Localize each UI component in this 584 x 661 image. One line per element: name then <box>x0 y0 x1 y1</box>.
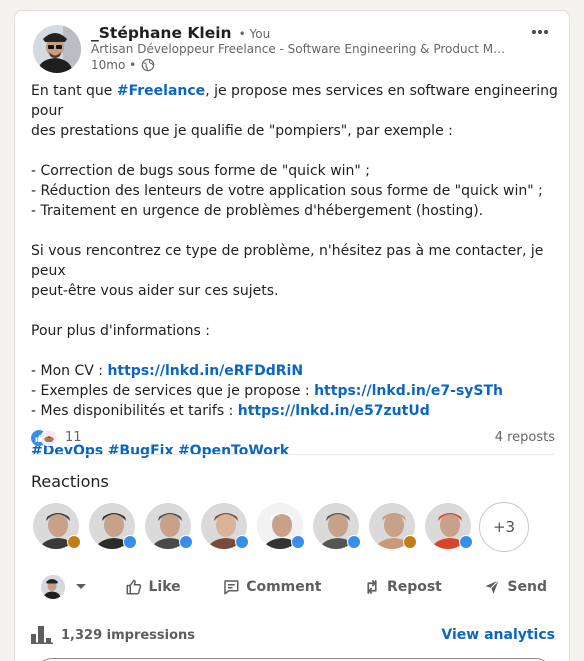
post-line: Pour plus d'informations : <box>31 321 561 341</box>
send-button[interactable]: Send <box>475 572 555 602</box>
repost-button[interactable]: Repost <box>355 572 450 602</box>
support-icon <box>40 429 58 446</box>
ellipsis-icon <box>532 30 548 34</box>
reactor-avatar[interactable] <box>367 501 419 553</box>
like-button[interactable]: Like <box>117 572 189 602</box>
post-line <box>31 221 561 241</box>
send-icon <box>485 579 500 594</box>
more-options-button[interactable] <box>525 21 555 43</box>
bar-chart-icon <box>31 626 53 644</box>
post-text-segment: - Correction de bugs sous forme de "quic… <box>31 163 371 179</box>
reactor-avatar[interactable] <box>31 501 83 553</box>
post-line <box>31 141 561 161</box>
post-line: Si vous rencontrez ce type de problème, … <box>31 241 561 281</box>
author-headline: Artisan Développeur Freelance - Software… <box>91 42 511 56</box>
like-badge-icon <box>179 535 193 549</box>
post-line: - Mon CV : https://lnkd.in/eRFDdRiN <box>31 361 561 381</box>
globe-icon <box>141 58 155 72</box>
send-label: Send <box>507 579 547 595</box>
support-badge-icon <box>67 535 81 549</box>
like-badge-icon <box>459 535 473 549</box>
repost-count[interactable]: 4 reposts <box>495 430 555 445</box>
reaction-icons <box>31 429 59 446</box>
social-counts: 11 4 reposts <box>31 427 555 455</box>
post-text-segment: Pour plus d'informations : <box>31 323 210 339</box>
like-badge-icon <box>123 535 137 549</box>
repost-icon <box>367 580 377 594</box>
comment-button[interactable]: Comment <box>214 572 329 602</box>
identity-switcher[interactable] <box>31 569 91 605</box>
post-meta: 10mo • <box>91 58 155 72</box>
post-text-segment: peut-être vous aider sur ces sujets. <box>31 283 279 299</box>
post-line: - Réduction des lenteurs de votre applic… <box>31 181 561 201</box>
view-analytics-link[interactable]: View analytics <box>441 627 555 643</box>
action-bar: Like Comment Repost Send <box>31 567 555 607</box>
post-text-segment: - Traitement en urgence de problèmes d'h… <box>31 203 484 219</box>
like-badge-icon <box>347 535 361 549</box>
analytics-bar: 1,329 impressions View analytics <box>31 621 555 649</box>
post-text-segment: - Mon CV : <box>31 363 108 379</box>
post-card: _Stéphane Klein • You Artisan Développeu… <box>14 10 570 661</box>
post-text-segment: Si vous rencontrez ce type de problème, … <box>31 243 544 279</box>
author-name-row: _Stéphane Klein • You <box>91 23 270 42</box>
post-text: En tant que #Freelance, je propose mes s… <box>31 81 561 461</box>
reaction-summary[interactable]: 11 <box>31 429 82 446</box>
post-line: des prestations que je qualifie de "pomp… <box>31 121 561 141</box>
post-line: - Traitement en urgence de problèmes d'h… <box>31 201 561 221</box>
comment-label: Comment <box>246 579 322 595</box>
like-badge-icon <box>235 535 249 549</box>
post-header: _Stéphane Klein • You Artisan Développeu… <box>15 11 569 81</box>
mini-avatar <box>41 575 65 599</box>
impressions: 1,329 impressions <box>31 626 195 644</box>
post-line: - Mes disponibilités et tarifs : https:/… <box>31 401 561 421</box>
post-line: peut-être vous aider sur ces sujets. <box>31 281 561 301</box>
post-line: - Exemples de services que je propose : … <box>31 381 561 401</box>
caret-down-icon <box>76 584 86 589</box>
comment-icon <box>224 580 239 595</box>
post-text-segment: - Mes disponibilités et tarifs : <box>31 403 238 419</box>
post-line: En tant que #Freelance, je propose mes s… <box>31 81 561 121</box>
post-text-segment: des prestations que je qualifie de "pomp… <box>31 123 453 139</box>
url-link[interactable]: https://lnkd.in/eRFDdRiN <box>107 363 303 379</box>
post-time: 10mo • <box>91 58 137 72</box>
repost-label: Repost <box>386 579 442 595</box>
thumbs-up-icon <box>126 579 141 595</box>
like-label: Like <box>148 579 181 595</box>
relation-label: • You <box>238 27 271 41</box>
reactor-avatar[interactable] <box>311 501 363 553</box>
reactor-avatar[interactable] <box>423 501 475 553</box>
reactor-avatar[interactable] <box>87 501 139 553</box>
reactor-avatar[interactable] <box>143 501 195 553</box>
impressions-count: 1,329 impressions <box>61 627 196 643</box>
url-link[interactable]: https://lnkd.in/e7-sySTh <box>314 383 503 399</box>
post-text-segment: En tant que <box>31 83 117 99</box>
post-text-segment: - Réduction des lenteurs de votre applic… <box>31 183 543 199</box>
reactor-avatar[interactable] <box>199 501 251 553</box>
post-text-segment: - Exemples de services que je propose : <box>31 383 315 399</box>
author-avatar[interactable] <box>33 25 81 73</box>
author-name[interactable]: _Stéphane Klein <box>91 24 232 42</box>
reactions-heading: Reactions <box>31 472 109 491</box>
post-line: - Correction de bugs sous forme de "quic… <box>31 161 561 181</box>
more-reactors-button[interactable]: +3 <box>479 502 529 552</box>
post-line <box>31 301 561 321</box>
reactor-avatar[interactable] <box>255 501 307 553</box>
support-badge-icon <box>403 535 417 549</box>
reaction-count: 11 <box>65 430 82 445</box>
url-link[interactable]: https://lnkd.in/e57zutUd <box>238 403 430 419</box>
like-badge-icon <box>291 535 305 549</box>
post-line <box>31 341 561 361</box>
hashtag-link[interactable]: #Freelance <box>117 83 205 99</box>
